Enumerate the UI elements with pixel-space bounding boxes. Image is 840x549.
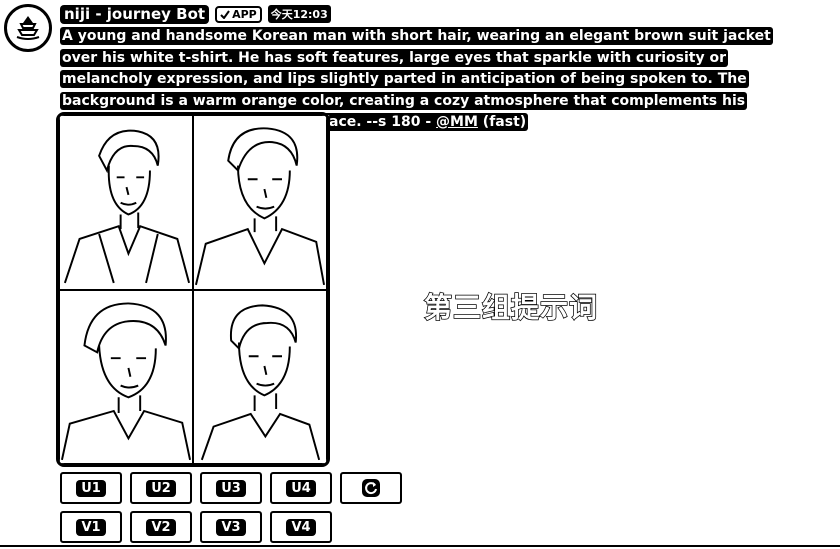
upscale-button-label: U2 [146, 479, 176, 497]
bot-avatar[interactable] [4, 4, 52, 52]
variation-button-2[interactable]: V2 [130, 511, 192, 543]
upscale-button-3[interactable]: U3 [200, 472, 262, 504]
variation-button-label: V4 [286, 518, 316, 536]
bottom-divider [0, 545, 840, 547]
reroll-icon [362, 479, 380, 497]
prompt-group-annotation: 第三组提示词 [423, 290, 599, 325]
app-badge-label: APP [232, 7, 257, 21]
portrait-sketch-1 [63, 129, 191, 284]
variation-button-row: V1 V2 V3 V4 [60, 511, 332, 543]
portrait-sketch-3 [60, 301, 192, 460]
image-tile-3[interactable] [59, 289, 193, 464]
prompt-suffix: (fast) [477, 114, 527, 130]
upscale-button-4[interactable]: U4 [270, 472, 332, 504]
variation-button-label: V2 [146, 518, 176, 536]
variation-button-3[interactable]: V3 [200, 511, 262, 543]
upscale-button-label: U4 [286, 479, 316, 497]
boat-avatar-icon [16, 16, 40, 40]
variation-button-label: V3 [216, 518, 246, 536]
message-header: niji - journey Bot APP 今天12:03 [60, 4, 331, 24]
variation-button-label: V1 [76, 518, 106, 536]
upscale-button-label: U1 [76, 479, 106, 497]
image-tile-1[interactable] [59, 115, 193, 290]
generated-image-grid[interactable] [56, 112, 330, 467]
checkmark-icon [220, 9, 230, 19]
image-tile-4[interactable] [193, 289, 327, 464]
message-timestamp: 今天12:03 [267, 5, 331, 23]
variation-button-4[interactable]: V4 [270, 511, 332, 543]
portrait-sketch-4 [200, 303, 321, 460]
user-mention[interactable]: @MM [436, 114, 478, 130]
upscale-button-label: U3 [216, 479, 246, 497]
reroll-button[interactable] [340, 472, 402, 504]
upscale-button-row: U1 U2 U3 U4 [60, 472, 402, 504]
variation-button-1[interactable]: V1 [60, 511, 122, 543]
bot-name[interactable]: niji - journey Bot [60, 4, 210, 24]
upscale-button-1[interactable]: U1 [60, 472, 122, 504]
image-tile-2[interactable] [193, 115, 327, 290]
portrait-sketch-2 [195, 127, 326, 286]
upscale-button-2[interactable]: U2 [130, 472, 192, 504]
app-badge: APP [215, 5, 262, 23]
